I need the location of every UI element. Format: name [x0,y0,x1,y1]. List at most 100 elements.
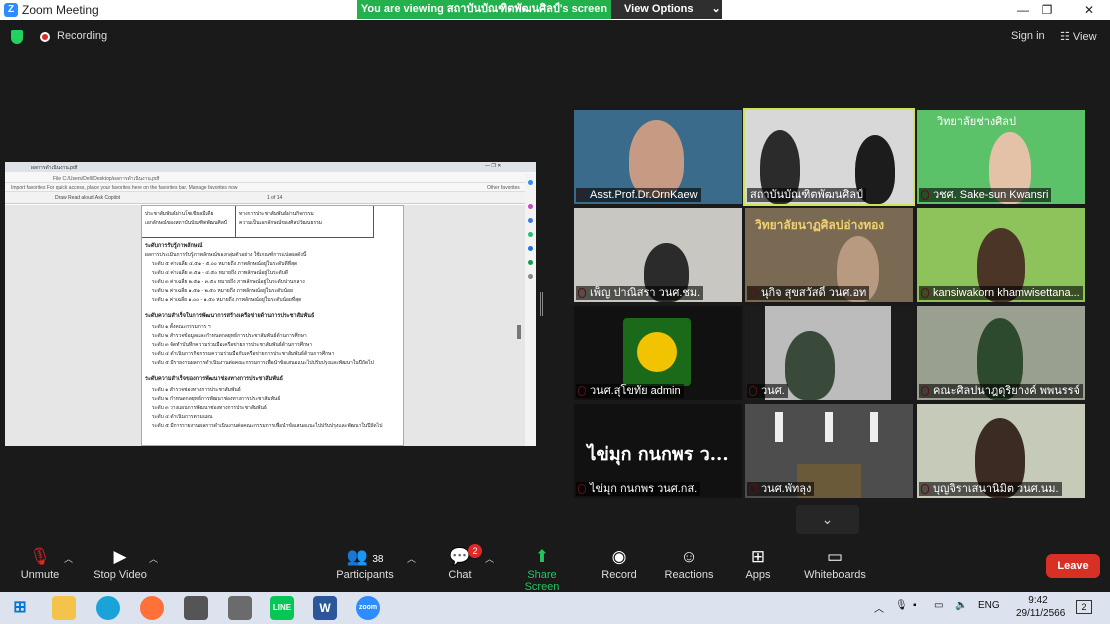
page-indicator: 1 of 14 [267,195,283,201]
address-text: File C:/Users/Dell/Desktop/ผลการดำเนินงา… [53,176,160,182]
pdf-scrollbar[interactable] [517,325,521,339]
battery-icon[interactable]: ▭ [934,600,943,611]
video-tile-10[interactable]: ไข่มุก กนกพร ว... ไข่มุก กนกพร วนศ.กส. [574,404,742,498]
view-button[interactable]: ☷ View [1060,30,1097,43]
whiteboard-icon: ▭ [826,547,844,566]
other-favorites[interactable]: Other favorites [487,185,520,191]
pdf-toolbar: Draw Read aloud Ask Copilot 1 of 14 [5,192,536,204]
calculator-icon[interactable] [228,596,252,620]
sidebar-app-icon[interactable] [528,246,533,251]
file-explorer-icon[interactable] [52,596,76,620]
video-options-caret-icon[interactable]: ︿ [149,552,158,565]
participants-button[interactable]: 👥 38 Participants [334,545,396,581]
tray-chevron-icon[interactable]: ︿ [874,600,884,615]
clock-time: 9:42 [1028,595,1048,606]
clock[interactable]: 9:42 29/11/2566 [1016,594,1065,620]
speaker-icon[interactable]: 🔈 [955,600,967,611]
video-tile-2[interactable]: สถาบันบัณฑิตพัฒนศิลป์ [743,108,915,206]
ceiling-light [775,412,783,442]
chevron-down-icon: ⌄ [821,511,834,527]
browser-sidebar [525,174,536,446]
participant-name: บุญจิราเสนานิมิต วนศ.นม. [919,482,1062,496]
sign-in-button[interactable]: Sign in [1011,30,1045,42]
windows-start-icon[interactable]: ⊞ [8,596,32,620]
tray-app-icon[interactable]: ▪ [913,600,917,611]
participant-name: วนศ.สุโขทัย admin [576,384,684,398]
pdf-heading: ระดับความสำเร็จของการพัฒนาช่องทางการประช… [145,376,283,382]
close-button[interactable]: ✕ [1066,0,1110,20]
apps-button[interactable]: ⊞ Apps [742,545,774,581]
whiteboards-label: Whiteboards [804,569,866,581]
recording-icon[interactable] [40,32,50,42]
pdf-text: ระดับ ๕ มีรายงานผลการดำเนินงานต่อคณะกรรม… [152,360,374,366]
ceiling-light [870,412,878,442]
leave-button[interactable]: Leave [1046,554,1100,578]
sidebar-app-icon[interactable] [528,204,533,209]
pdf-viewport[interactable]: ประชาสัมพันธ์ผ่านโซเชียลมีเดีย เอกลักษณ์… [5,205,525,446]
participant-name: วนศ. [747,384,788,398]
video-tile-4[interactable]: เพ็ญ ปาณิสรา วนศ.ชม. [574,208,742,302]
pdf-text: ระดับ ๑ ค่าเฉลี่ย ๑.๐๐ - ๑.๕๐ หมายถึง ภา… [152,297,302,303]
chevron-down-icon: ⌄ [711,3,721,15]
shared-screen[interactable]: ผลการดำเนินงาน.pdf — ❐ ✕ File C:/Users/D… [5,162,536,446]
camera-icon[interactable] [184,596,208,620]
firefox-icon[interactable] [140,596,164,620]
video-tile-1[interactable]: Asst.Prof.Dr.OrnKaew [574,110,742,204]
unmute-button[interactable]: 🎙 Unmute [18,545,62,581]
video-tile-6[interactable]: kansiwakorn khamwisettana... [917,208,1085,302]
stop-video-button[interactable]: ▶ Stop Video [92,545,148,581]
reactions-icon: ☺ [680,547,698,566]
sidebar-add-icon[interactable] [528,274,533,279]
record-button[interactable]: ◉ Record [600,545,638,581]
gallery-next-page-button[interactable]: ⌄ [796,505,859,534]
participant-video [785,331,835,400]
participant-name: ไข่มุก กนกพร วนศ.กส. [576,482,701,496]
sidebar-app-icon[interactable] [528,232,533,237]
maximize-button[interactable]: ❐ [1024,0,1070,20]
video-tile-8[interactable]: วนศ. [745,306,913,400]
pdf-cell-text: ความเป็นเอกลักษณ์ของศิลปวัฒนธรรม [239,220,323,226]
pdf-text: ระดับ ๒ สำรวจข้อมูลและกำหนดกลยุทธ์การประ… [152,333,307,339]
line-icon[interactable]: LINE [270,596,294,620]
audio-options-caret-icon[interactable]: ︿ [64,552,73,565]
recording-label[interactable]: Recording [57,30,107,42]
video-tile-11[interactable]: วนศ.พัทลุง [745,404,913,498]
pdf-text: ระดับ ๑ ตั้งคณะกรรมการ ฯ [152,324,211,330]
language-indicator[interactable]: ENG [978,600,1000,611]
reactions-button[interactable]: ☺ Reactions [664,545,714,581]
sidebar-app-icon[interactable] [528,218,533,223]
stop-video-label: Stop Video [93,569,147,581]
notifications-icon[interactable]: 2 [1076,600,1092,614]
address-bar[interactable]: File C:/Users/Dell/Desktop/ผลการดำเนินงา… [5,172,536,183]
chat-options-caret-icon[interactable]: ︿ [485,552,494,565]
meeting-controls: 🎙 Unmute ︿ ▶ Stop Video ︿ 👥 38 Participants… [0,540,1110,593]
pdf-text: ระดับ ๕ มีการรายงานผลการดำเนินงานต่อคณะก… [152,423,383,429]
pdf-text: ระดับ ๔ ค่าเฉลี่ย ๓.๕๑ - ๔.๕๐ หมายถึง ภา… [152,270,289,276]
pdf-tools[interactable]: Draw Read aloud Ask Copilot [55,195,120,201]
share-screen-icon: ⬆ [534,547,550,566]
video-tile-5[interactable]: วิทยาลัยนาฏศิลปอ่างทอง นุกิจ สุขสวัสดิ์ … [745,208,913,302]
microphone-tray-icon[interactable]: 🎙 [895,600,908,611]
participants-options-caret-icon[interactable]: ︿ [407,552,416,565]
copilot-icon[interactable] [528,180,533,185]
viewing-banner: You are viewing สถาบันบัณฑิตพัฒนศิลป์'s … [357,0,722,19]
windows-taskbar: ⊞ LINE W zoom ︿ 🎙 ▪ ▭ 🔈 ENG 9:42 29/11/25… [0,592,1110,624]
favorites-text: Import favorites For quick access, place… [11,185,238,191]
shield-icon[interactable] [11,30,23,44]
word-icon[interactable]: W [313,596,337,620]
video-tile-7[interactable]: วนศ.สุโขทัย admin [574,306,742,400]
pdf-text: ระดับ ๓ วางแผนการพัฒนาช่องทางการประชาสัม… [152,405,267,411]
browser-tab[interactable]: ผลการดำเนินงาน.pdf [31,164,77,172]
emblem-icon [637,332,677,372]
video-tile-9[interactable]: คณะศิลปนาฎดุริยางค์ พพนรรจ์ [917,306,1085,400]
view-options-button[interactable]: View Options ⌄ [611,0,722,19]
share-screen-button[interactable]: ⬆ Share Screen [510,545,574,593]
splitter-handle[interactable] [540,292,543,316]
video-tile-3[interactable]: วิทยาลัยช่างศิลป วชศ. Sake-sun Kwansri [917,110,1085,204]
video-tile-12[interactable]: บุญจิราเสนานิมิต วนศ.นม. [917,404,1085,498]
pdf-heading: ระดับการรับรู้ภาพลักษณ์ [145,243,203,249]
whiteboards-button[interactable]: ▭ Whiteboards [802,545,868,581]
zoom-icon[interactable]: zoom [356,596,380,620]
sidebar-app-icon[interactable] [528,260,533,265]
edge-icon[interactable] [96,596,120,620]
